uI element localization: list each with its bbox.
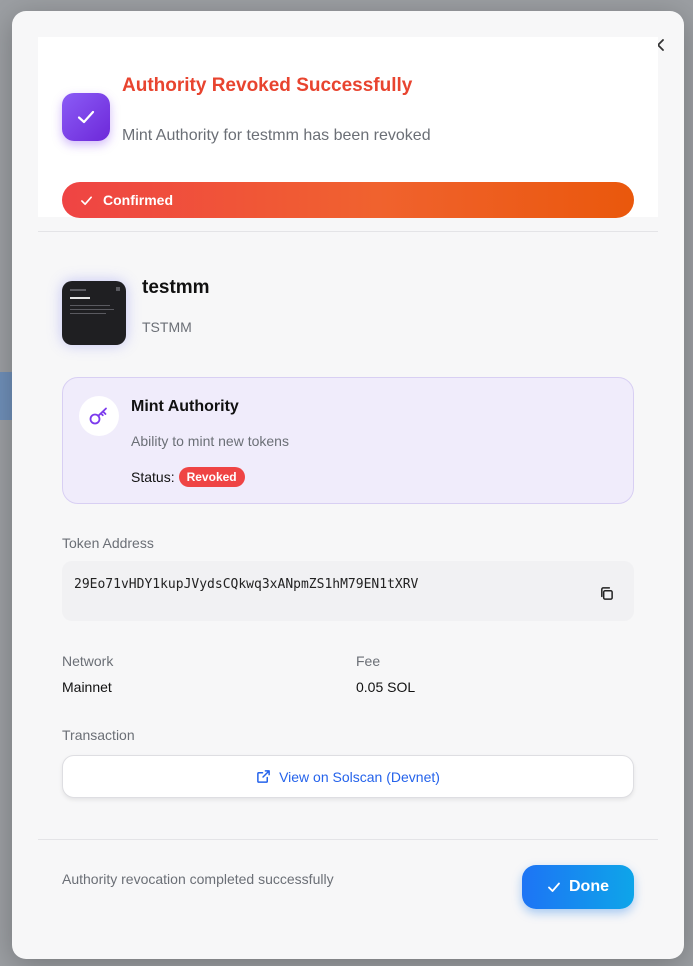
network-value: Mainnet xyxy=(62,679,112,695)
copy-address-button[interactable] xyxy=(596,583,616,603)
status-badge: Revoked xyxy=(178,467,245,487)
background-element xyxy=(0,372,12,420)
divider xyxy=(38,839,658,840)
token-address-label: Token Address xyxy=(62,535,154,551)
authority-card: Mint Authority Ability to mint new token… xyxy=(62,377,634,504)
token-name: testmm xyxy=(142,277,210,298)
fee-value: 0.05 SOL xyxy=(356,679,416,695)
token-address-value: 29Eo71vHDY1kupJVydsCQkwq3xANpmZS1hM79EN1… xyxy=(74,577,419,592)
check-icon xyxy=(548,882,560,892)
token-symbol: TSTMM xyxy=(142,319,192,335)
network-label: Network xyxy=(62,653,114,669)
dialog-title: Authority Revoked Successfully xyxy=(122,75,413,96)
dialog-subtitle: Mint Authority for testmm has been revok… xyxy=(122,127,431,144)
authority-title: Mint Authority xyxy=(131,398,239,415)
authority-description: Ability to mint new tokens xyxy=(131,433,289,449)
transaction-label: Transaction xyxy=(62,727,135,743)
key-badge xyxy=(79,396,119,436)
done-button[interactable]: Done xyxy=(522,865,634,909)
token-address-box: 29Eo71vHDY1kupJVydsCQkwq3xANpmZS1hM79EN1… xyxy=(62,561,634,621)
authority-status: Status: Revoked xyxy=(131,467,245,487)
external-link-icon xyxy=(257,770,270,783)
status-label: Status: xyxy=(131,469,175,485)
revoke-success-dialog: Authority Revoked Successfully Mint Auth… xyxy=(12,11,684,959)
success-header: Authority Revoked Successfully Mint Auth… xyxy=(38,37,658,218)
fee-label: Fee xyxy=(356,653,381,669)
view-on-solscan-button[interactable]: View on Solscan (Devnet) xyxy=(62,755,634,798)
copy-icon xyxy=(600,586,613,600)
key-icon xyxy=(89,407,107,425)
token-image xyxy=(62,281,126,345)
done-label: Done xyxy=(569,878,609,895)
solscan-link-label: View on Solscan (Devnet) xyxy=(279,768,440,785)
divider xyxy=(38,231,658,232)
success-badge xyxy=(62,93,110,141)
confirmed-label: Confirmed xyxy=(103,192,173,208)
check-icon xyxy=(77,110,95,124)
check-icon xyxy=(81,195,92,205)
confirmed-status-bar: Confirmed xyxy=(62,182,634,218)
footer-message: Authority revocation completed successfu… xyxy=(62,871,334,887)
